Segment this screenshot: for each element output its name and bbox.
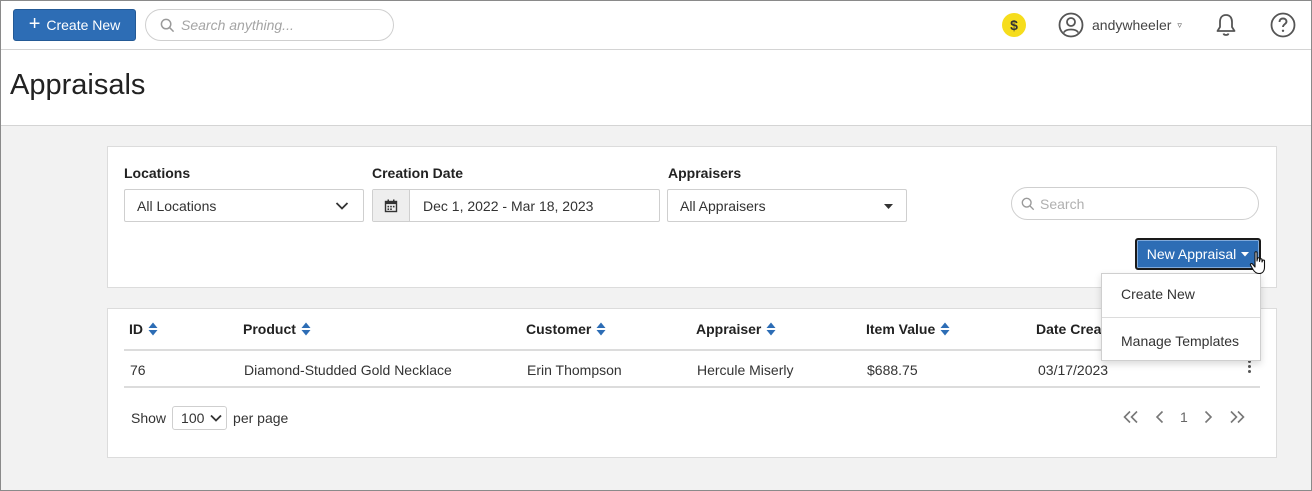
create-new-button[interactable]: + Create New [13, 9, 136, 41]
table-row[interactable]: 76 Diamond-Studded Gold Necklace Erin Th… [124, 351, 1260, 388]
chevron-down-icon [335, 202, 349, 210]
help-icon[interactable] [1270, 12, 1296, 38]
sort-icon[interactable] [766, 322, 776, 336]
sort-icon[interactable] [596, 322, 606, 336]
menu-item-create-new[interactable]: Create New [1102, 286, 1260, 302]
new-appraisal-menu: Create New Manage Templates [1101, 273, 1261, 361]
per-page-select[interactable]: 100 [172, 406, 228, 430]
creation-date-value: Dec 1, 2022 - Mar 18, 2023 [423, 197, 594, 214]
create-new-label: Create New [46, 17, 121, 33]
search-icon [1021, 197, 1035, 210]
top-bar: + Create New $ andywheeler ▿ [1, 1, 1311, 50]
calendar-icon[interactable] [373, 190, 410, 221]
column-header-label: Appraiser [696, 321, 762, 337]
cell-appraiser: Hercule Miserly [697, 362, 794, 378]
page-size-control: Show 100 per page [131, 406, 288, 430]
appraisers-label: Appraisers [668, 165, 742, 181]
caret-down-icon [884, 204, 893, 209]
locations-label: Locations [124, 165, 191, 181]
page-header: Appraisals [1, 50, 1311, 126]
appraisal-search[interactable] [1011, 187, 1259, 220]
sort-icon[interactable] [940, 322, 950, 336]
credits-icon[interactable]: $ [1002, 13, 1026, 37]
show-label: Show [131, 410, 167, 426]
prev-page-icon[interactable] [1155, 410, 1165, 424]
column-header-customer[interactable]: Customer [526, 321, 606, 337]
cell-customer: Erin Thompson [527, 362, 622, 378]
filter-panel: Locations All Locations Creation Date De… [107, 146, 1277, 288]
creation-date-picker[interactable]: Dec 1, 2022 - Mar 18, 2023 [372, 189, 660, 222]
per-page-label: per page [233, 410, 289, 426]
locations-value: All Locations [137, 197, 217, 214]
column-header-id[interactable]: ID [129, 321, 158, 337]
menu-item-manage-templates[interactable]: Manage Templates [1102, 333, 1260, 349]
pagination: 1 [1122, 409, 1246, 425]
hand-cursor-icon [1249, 251, 1266, 275]
plus-icon: + [28, 13, 41, 35]
last-page-icon[interactable] [1228, 410, 1246, 424]
notifications-bell-icon[interactable] [1213, 12, 1239, 38]
username: andywheeler [1092, 17, 1172, 33]
cell-item-value: $688.75 [867, 362, 918, 378]
first-page-icon[interactable] [1122, 410, 1140, 424]
creation-date-label: Creation Date [372, 165, 464, 181]
sort-icon[interactable] [301, 322, 311, 336]
cell-product: Diamond-Studded Gold Necklace [244, 362, 452, 378]
next-page-icon[interactable] [1203, 410, 1213, 424]
per-page-value: 100 [181, 410, 205, 426]
appraisers-select[interactable]: All Appraisers [667, 189, 907, 222]
column-header-label: Item Value [866, 321, 936, 337]
appraisal-search-input[interactable] [1040, 195, 1240, 212]
column-header-appraiser[interactable]: Appraiser [696, 321, 776, 337]
current-page[interactable]: 1 [1180, 409, 1188, 425]
menu-divider [1102, 317, 1260, 318]
cell-id: 76 [130, 362, 146, 378]
appraisers-value: All Appraisers [680, 197, 766, 214]
cell-date-created: 03/17/2023 [1038, 362, 1109, 378]
search-icon [160, 18, 175, 32]
new-appraisal-button[interactable]: New Appraisal [1135, 238, 1261, 270]
new-appraisal-label: New Appraisal [1146, 246, 1237, 262]
global-search-input[interactable] [181, 17, 381, 33]
chevron-down-icon [210, 414, 222, 422]
user-avatar-icon [1058, 12, 1084, 38]
user-menu[interactable]: andywheeler ▿ [1058, 11, 1182, 39]
user-caret-icon: ▿ [1177, 19, 1182, 30]
locations-select[interactable]: All Locations [124, 189, 364, 222]
row-actions-kebab-icon[interactable] [1248, 360, 1254, 375]
column-header-item-value[interactable]: Item Value [866, 321, 950, 337]
sort-icon[interactable] [148, 322, 158, 336]
column-header-label: Customer [526, 321, 592, 337]
page-title: Appraisals [10, 69, 146, 101]
column-header-label: ID [129, 321, 143, 337]
global-search[interactable] [145, 9, 394, 41]
column-header-label: Product [243, 321, 296, 337]
column-header-product[interactable]: Product [243, 321, 311, 337]
column-header-date-created[interactable]: Date Creat [1036, 321, 1106, 337]
column-header-label: Date Creat [1036, 321, 1107, 337]
